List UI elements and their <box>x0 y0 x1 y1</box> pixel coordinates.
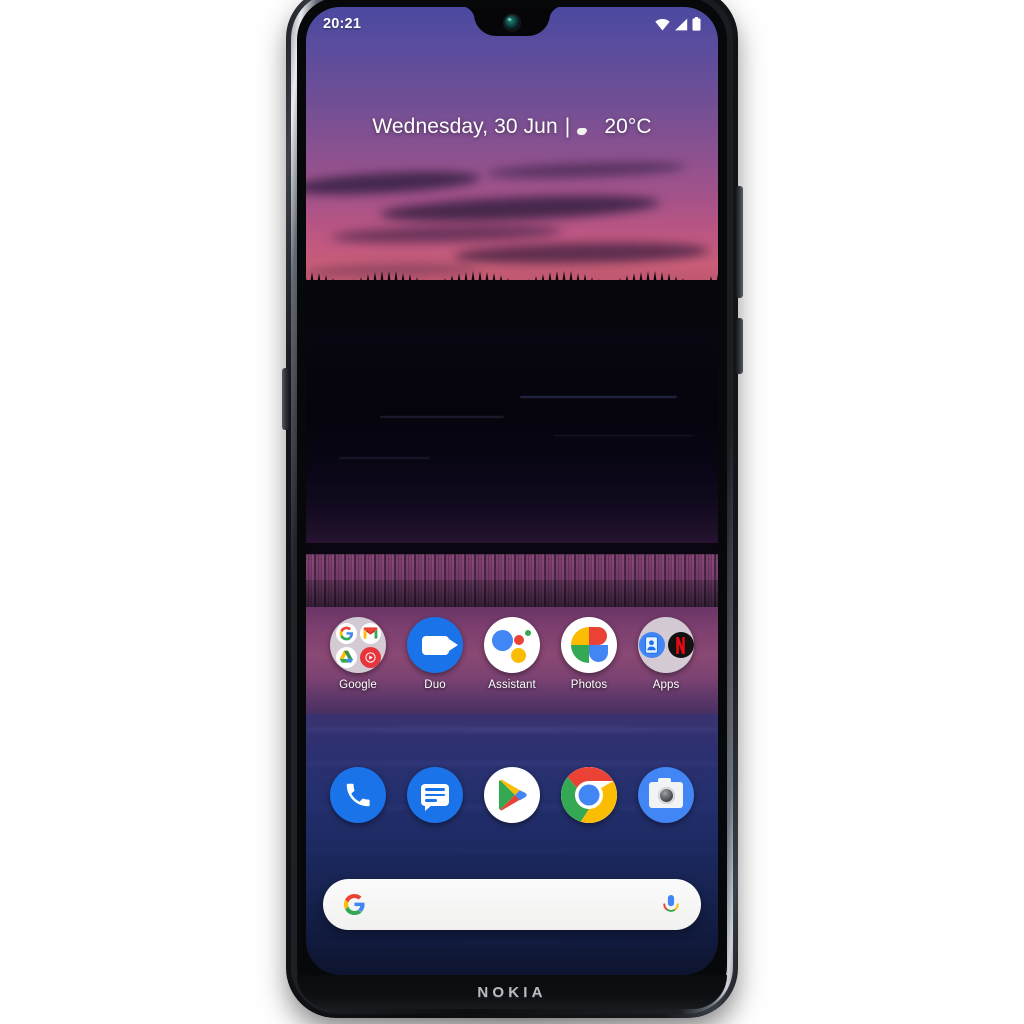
water-ripple <box>380 416 504 418</box>
play-store-icon <box>484 767 540 823</box>
chrome-icon <box>561 767 617 823</box>
product-photo-scene: 20:21 Wednesday, 30 Jun | 20°C Google Du… <box>0 0 1024 1024</box>
date-weather-widget[interactable]: Wednesday, 30 Jun | 20°C <box>306 115 718 139</box>
phone-icon <box>330 767 386 823</box>
water-ripple <box>338 457 430 459</box>
youtube-music-mini-icon <box>359 646 381 668</box>
google-g-mini-icon <box>335 622 357 644</box>
forest-silhouette <box>306 279 718 333</box>
google-g-icon <box>343 893 365 916</box>
app-photos[interactable]: Photos <box>560 617 618 692</box>
dock-app-camera[interactable] <box>637 767 695 823</box>
camera-icon <box>638 767 694 823</box>
app-google-folder[interactable]: Google <box>329 617 387 692</box>
dock-app-play-store[interactable] <box>483 767 541 823</box>
blue-water-band <box>306 713 718 975</box>
volume-rocker-button[interactable] <box>736 186 743 298</box>
sun-behind-cloud-icon <box>577 117 597 137</box>
dock-app-messages[interactable] <box>406 767 464 823</box>
phone-chin: NOKIA <box>297 975 727 1009</box>
water-wave <box>306 762 718 766</box>
wifi-icon <box>655 18 670 30</box>
gmail-mini-icon <box>359 622 381 644</box>
app-label: Apps <box>652 679 680 691</box>
app-label: Google <box>339 679 377 691</box>
battery-icon <box>692 17 701 31</box>
assistant-icon <box>484 617 540 673</box>
app-label: Duo <box>424 679 446 691</box>
apps-folder-icon <box>638 617 694 673</box>
widget-temperature: 20°C <box>604 115 652 138</box>
water-wave <box>306 941 718 945</box>
messages-icon <box>407 767 463 823</box>
signal-icon <box>675 18 688 30</box>
widget-date-text: Wednesday, 30 Jun <box>372 115 558 138</box>
water-ripple <box>520 396 677 398</box>
contacts-mini-icon <box>638 632 665 658</box>
nokia-logo: NOKIA <box>477 983 547 1001</box>
status-bar-system-icons <box>655 17 701 31</box>
dock-app-phone[interactable] <box>329 767 387 823</box>
power-button[interactable] <box>736 318 743 374</box>
phone-screen[interactable]: 20:21 Wednesday, 30 Jun | 20°C Google Du… <box>306 7 718 975</box>
photos-icon <box>561 617 617 673</box>
app-duo[interactable]: Duo <box>406 617 464 692</box>
home-screen-dock <box>306 767 718 823</box>
front-camera-icon <box>504 15 520 30</box>
wallpaper-sunset-lake <box>306 7 718 975</box>
home-screen-app-row: Google Duo Assistant Photos Apps <box>306 617 718 692</box>
widget-separator: | <box>564 115 571 138</box>
google-folder-icon <box>330 617 386 673</box>
drive-mini-icon <box>335 646 357 668</box>
app-apps-folder[interactable]: Apps <box>637 617 695 692</box>
left-side-button[interactable] <box>282 368 289 430</box>
netflix-mini-icon <box>667 632 694 658</box>
display-notch <box>474 7 550 36</box>
status-bar-clock: 20:21 <box>323 16 362 32</box>
app-label: Photos <box>570 679 608 691</box>
dock-app-chrome[interactable] <box>560 767 618 823</box>
app-label: Assistant <box>488 679 536 691</box>
app-assistant[interactable]: Assistant <box>483 617 541 692</box>
google-search-bar[interactable] <box>323 879 701 930</box>
duo-icon <box>407 617 463 673</box>
microphone-icon[interactable] <box>661 894 681 916</box>
